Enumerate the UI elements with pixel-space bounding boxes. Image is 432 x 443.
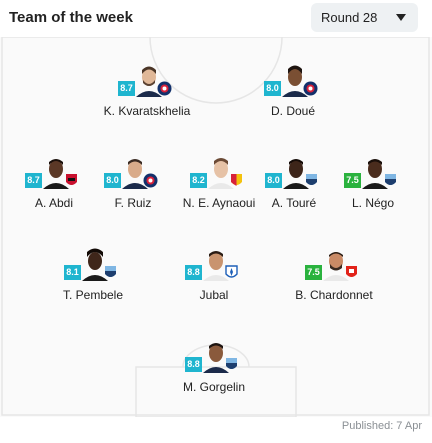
player-card[interactable]: 7.5 L. Négo xyxy=(323,155,423,210)
player-photo: 8.0 xyxy=(103,155,163,193)
player-name: B. Chardonnet xyxy=(295,288,373,302)
player-name: Jubal xyxy=(199,288,229,302)
player-card[interactable]: 7.5 B. Chardonnet xyxy=(284,247,384,302)
player-photo: 8.8 xyxy=(184,339,244,377)
player-card[interactable]: 8.7 K. Kvaratskhelia xyxy=(97,63,197,118)
psg-crest-icon xyxy=(143,173,158,188)
player-photo: 8.0 xyxy=(263,63,323,101)
player-card[interactable]: 8.0 F. Ruiz xyxy=(83,155,183,210)
player-card[interactable]: 8.8 M. Gorgelin xyxy=(164,339,264,394)
player-photo: 8.8 xyxy=(184,247,244,285)
player-photo: 8.7 xyxy=(24,155,84,193)
player-photo: 8.1 xyxy=(63,247,123,285)
rating-badge: 8.8 xyxy=(185,357,202,372)
rating-badge: 7.5 xyxy=(344,173,361,188)
le-havre-crest-icon xyxy=(105,266,116,277)
player-name: M. Gorgelin xyxy=(182,380,246,394)
rating-badge: 8.0 xyxy=(264,81,281,96)
le-havre-crest-icon xyxy=(226,358,237,369)
published-date: Published: 7 Apr xyxy=(341,420,422,432)
rating-badge: 8.7 xyxy=(25,173,42,188)
brest-crest-icon xyxy=(346,266,357,277)
player-name: K. Kvaratskhelia xyxy=(103,104,191,118)
player-photo: 8.2 xyxy=(189,155,249,193)
player-name: F. Ruiz xyxy=(114,196,152,210)
player-name: D. Doué xyxy=(270,104,316,118)
round-select[interactable]: Round 28 xyxy=(311,3,418,32)
le-havre-crest-icon xyxy=(306,174,317,185)
player-photo: 8.0 xyxy=(264,155,324,193)
chevron-down-icon xyxy=(396,14,406,21)
rating-badge: 8.0 xyxy=(265,173,282,188)
player-photo: 7.5 xyxy=(304,247,364,285)
rating-badge: 8.8 xyxy=(185,265,202,280)
rating-badge: 8.2 xyxy=(190,173,207,188)
player-photo: 8.7 xyxy=(117,63,177,101)
rating-badge: 8.0 xyxy=(104,173,121,188)
rating-badge: 8.1 xyxy=(64,265,81,280)
le-havre-crest-icon xyxy=(385,174,396,185)
nice-crest-icon xyxy=(66,174,77,185)
psg-crest-icon xyxy=(303,81,318,96)
player-photo: 7.5 xyxy=(343,155,403,193)
player-name: L. Négo xyxy=(351,196,395,210)
player-card[interactable]: 8.1 T. Pembele xyxy=(43,247,143,302)
rating-badge: 7.5 xyxy=(305,265,322,280)
player-name: T. Pembele xyxy=(62,288,124,302)
lens-crest-icon xyxy=(231,174,242,186)
header: Team of the week Round 28 xyxy=(0,0,432,36)
psg-crest-icon xyxy=(157,81,172,96)
auxerre-crest-icon xyxy=(225,265,238,278)
player-card[interactable]: 8.8 Jubal xyxy=(164,247,264,302)
rating-badge: 8.7 xyxy=(118,81,135,96)
page-title: Team of the week xyxy=(9,9,133,26)
round-select-label: Round 28 xyxy=(321,10,378,25)
player-card[interactable]: 8.0 D. Doué xyxy=(243,63,343,118)
